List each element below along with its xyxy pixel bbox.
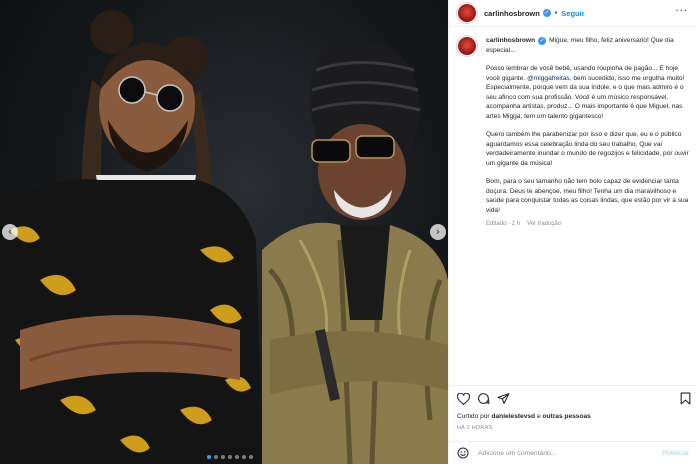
carousel-dot: [235, 455, 239, 459]
post-sidebar: carlinhosbrown ✓ • Seguir ··· carlinhosb…: [448, 0, 696, 464]
post-caption: carlinhosbrown ✓ Migue, meu filho, feliz a…: [457, 36, 693, 230]
liked-and-label: e: [536, 413, 541, 420]
carousel-dot: [242, 455, 246, 459]
carousel-dot: [214, 455, 218, 459]
comment-icon[interactable]: [477, 392, 490, 405]
carousel-dot: [228, 455, 232, 459]
bookmark-icon[interactable]: [680, 392, 691, 405]
caption-username[interactable]: carlinhosbrown: [486, 37, 535, 44]
emoji-icon[interactable]: [457, 447, 469, 459]
share-icon[interactable]: [497, 392, 510, 405]
caption-paragraph-1: Posso lembrar de você bebê, usando roupi…: [486, 64, 691, 121]
more-icon[interactable]: ···: [675, 7, 688, 17]
left-person: [0, 10, 262, 464]
carousel-dot: [207, 455, 211, 459]
caption-verified-badge-icon: ✓: [538, 37, 547, 45]
caption-intro: carlinhosbrown ✓ Migue, meu filho, feliz a…: [486, 36, 691, 55]
verified-badge-icon: ✓: [542, 9, 551, 17]
edited-label: Editado · 2 h: [486, 221, 521, 227]
publish-button[interactable]: Publicar: [662, 450, 689, 457]
liked-others-link[interactable]: outras pessoas: [542, 413, 590, 420]
author-avatar[interactable]: [457, 3, 477, 23]
post-photo-illustration: [0, 10, 448, 464]
caption-author-avatar[interactable]: [457, 36, 477, 56]
carousel-dot: [221, 455, 225, 459]
carousel-prev-button[interactable]: ‹: [2, 224, 18, 240]
carousel-indicator: [207, 455, 253, 459]
post-image[interactable]: ‹ ›: [0, 0, 448, 464]
mention-link[interactable]: @miggafreitas: [527, 75, 570, 82]
caption-text: carlinhosbrown ✓ Migue, meu filho, feliz a…: [486, 36, 691, 230]
follow-button[interactable]: Seguir: [561, 9, 584, 18]
comment-box: Publicar: [449, 441, 696, 464]
caption-meta: Editado · 2 h Ver tradução: [486, 220, 691, 230]
comment-input[interactable]: [478, 449, 638, 457]
caption-paragraph-2: Quero também lhe parabenizar por isso e …: [486, 131, 689, 167]
right-person: [262, 40, 448, 464]
likes-summary: Curtido por danielestevsd e outras pesso…: [457, 413, 591, 420]
post-timestamp: HÁ 2 HORAS: [457, 425, 493, 431]
post-header: carlinhosbrown ✓ • Seguir ···: [449, 0, 696, 27]
liked-by-user[interactable]: danielestevsd: [491, 413, 535, 420]
author-username[interactable]: carlinhosbrown: [484, 9, 540, 18]
carousel-dot: [249, 455, 253, 459]
carousel-next-button[interactable]: ›: [430, 224, 446, 240]
header-separator: •: [554, 9, 558, 17]
action-bar: [449, 385, 696, 408]
heart-icon[interactable]: [457, 392, 470, 405]
liked-by-label: Curtido por: [457, 413, 490, 420]
caption-paragraph-3: Bom, para o seu tamanho não tem bolo cap…: [486, 178, 689, 214]
see-translation-link[interactable]: Ver tradução: [527, 221, 561, 227]
